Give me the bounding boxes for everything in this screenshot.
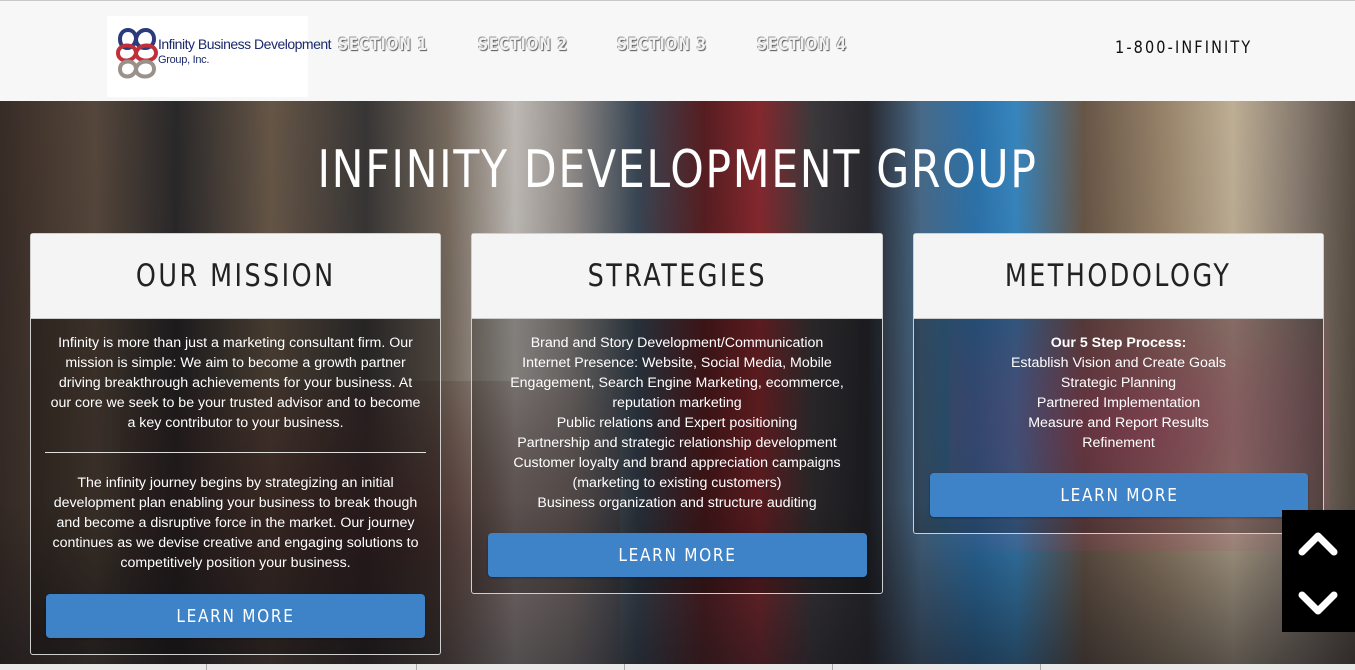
button-label: LEARN MORE bbox=[618, 544, 737, 566]
logo-name-text: Infinity Business Development bbox=[158, 36, 332, 52]
strategies-card-header: STRATEGIES bbox=[472, 234, 882, 319]
strategies-body: Brand and Story Development/Communicatio… bbox=[472, 319, 882, 513]
strategies-title: STRATEGIES bbox=[587, 258, 767, 294]
button-label: LEARN MORE bbox=[1059, 484, 1179, 506]
mission-paragraph-2: The infinity journey begins by strategiz… bbox=[45, 473, 426, 573]
hero-title: INFINITY DEVELOPMENT GROUP bbox=[317, 140, 1038, 200]
nav-section-2[interactable]: SECTION 2 bbox=[478, 35, 568, 55]
process-step: Refinement bbox=[1082, 435, 1155, 451]
text-line: Brand and Story Development/Communicatio… bbox=[530, 335, 824, 351]
process-heading: Our 5 Step Process: bbox=[1050, 335, 1187, 351]
process-step: Establish Vision and Create Goals bbox=[1010, 355, 1227, 371]
methodology-body: Our 5 Step Process: Establish Vision and… bbox=[914, 319, 1323, 453]
mission-divider bbox=[45, 452, 426, 453]
company-logo[interactable]: Infinity Business Development Group, Inc… bbox=[107, 16, 332, 97]
text-line: Internet Presence: Website, Social Media… bbox=[522, 355, 832, 371]
methodology-learn-more-button[interactable]: LEARN MORE bbox=[930, 473, 1308, 517]
methodology-title: METHODOLOGY bbox=[1005, 258, 1232, 294]
main-nav: SECTION 1 SECTION 2 SECTION 3 SECTION 4 bbox=[338, 35, 867, 55]
text-line: driving breakthrough achievements for yo… bbox=[58, 375, 413, 391]
mission-title: OUR MISSION bbox=[135, 258, 336, 294]
text-line: reputation marketing bbox=[612, 395, 742, 411]
text-line: our core we seek to be your trusted advi… bbox=[50, 395, 421, 411]
mission-paragraph-1: Infinity is more than just a marketing c… bbox=[45, 333, 426, 433]
text-line: continues as we devise creative and enga… bbox=[52, 535, 419, 551]
text-line: Public relations and Expert positioning bbox=[556, 415, 798, 431]
mission-card-header: OUR MISSION bbox=[31, 234, 440, 319]
text-line: a key contributor to your business. bbox=[127, 415, 344, 431]
text-line: development plan enabling your business … bbox=[53, 495, 418, 511]
process-step: Strategic Planning bbox=[1060, 375, 1177, 391]
nav-section-3[interactable]: SECTION 3 bbox=[617, 35, 707, 55]
logo-sub-text: Group, Inc. bbox=[158, 54, 210, 66]
text-line: and become a disruptive force in the mar… bbox=[56, 515, 415, 531]
mission-body: Infinity is more than just a marketing c… bbox=[31, 319, 440, 573]
chevron-up-icon bbox=[1298, 532, 1338, 556]
button-label: LEARN MORE bbox=[176, 605, 295, 627]
process-step: Measure and Report Results bbox=[1028, 415, 1209, 431]
text-line: Business organization and structure audi… bbox=[537, 495, 817, 511]
process-step: Partnered Implementation bbox=[1036, 395, 1201, 411]
infinity-logo-icon bbox=[115, 28, 159, 79]
mission-learn-more-button[interactable]: LEARN MORE bbox=[46, 594, 425, 638]
text-line: competitively position your business. bbox=[120, 555, 351, 571]
strategies-card: STRATEGIES Brand and Story Development/C… bbox=[471, 233, 883, 594]
scroll-up-button[interactable] bbox=[1282, 510, 1355, 571]
text-line: Customer loyalty and brand appreciation … bbox=[513, 455, 841, 471]
phone-number[interactable]: 1-800-INFINITY bbox=[1115, 38, 1252, 58]
text-line: Partnership and strategic relationship d… bbox=[517, 435, 837, 451]
methodology-card: METHODOLOGY Our 5 Step Process: Establis… bbox=[913, 233, 1324, 534]
scroll-controls bbox=[1282, 510, 1355, 632]
methodology-card-header: METHODOLOGY bbox=[914, 234, 1323, 319]
chevron-down-icon bbox=[1298, 591, 1338, 615]
text-line: (marketing to existing customers) bbox=[572, 475, 782, 491]
nav-section-4[interactable]: SECTION 4 bbox=[757, 35, 847, 55]
mission-card: OUR MISSION Infinity is more than just a… bbox=[30, 233, 441, 655]
strategies-learn-more-button[interactable]: LEARN MORE bbox=[488, 533, 867, 577]
scroll-down-button[interactable] bbox=[1282, 571, 1355, 632]
text-line: Infinity is more than just a marketing c… bbox=[58, 335, 413, 351]
bottom-strip bbox=[0, 664, 1355, 670]
text-line: mission is simple: We aim to become a gr… bbox=[65, 355, 406, 371]
nav-section-1[interactable]: SECTION 1 bbox=[338, 35, 428, 55]
site-header: Infinity Business Development Group, Inc… bbox=[0, 0, 1355, 101]
text-line: Engagement, Search Engine Marketing, eco… bbox=[510, 375, 844, 391]
text-line: The infinity journey begins by strategiz… bbox=[77, 475, 394, 491]
